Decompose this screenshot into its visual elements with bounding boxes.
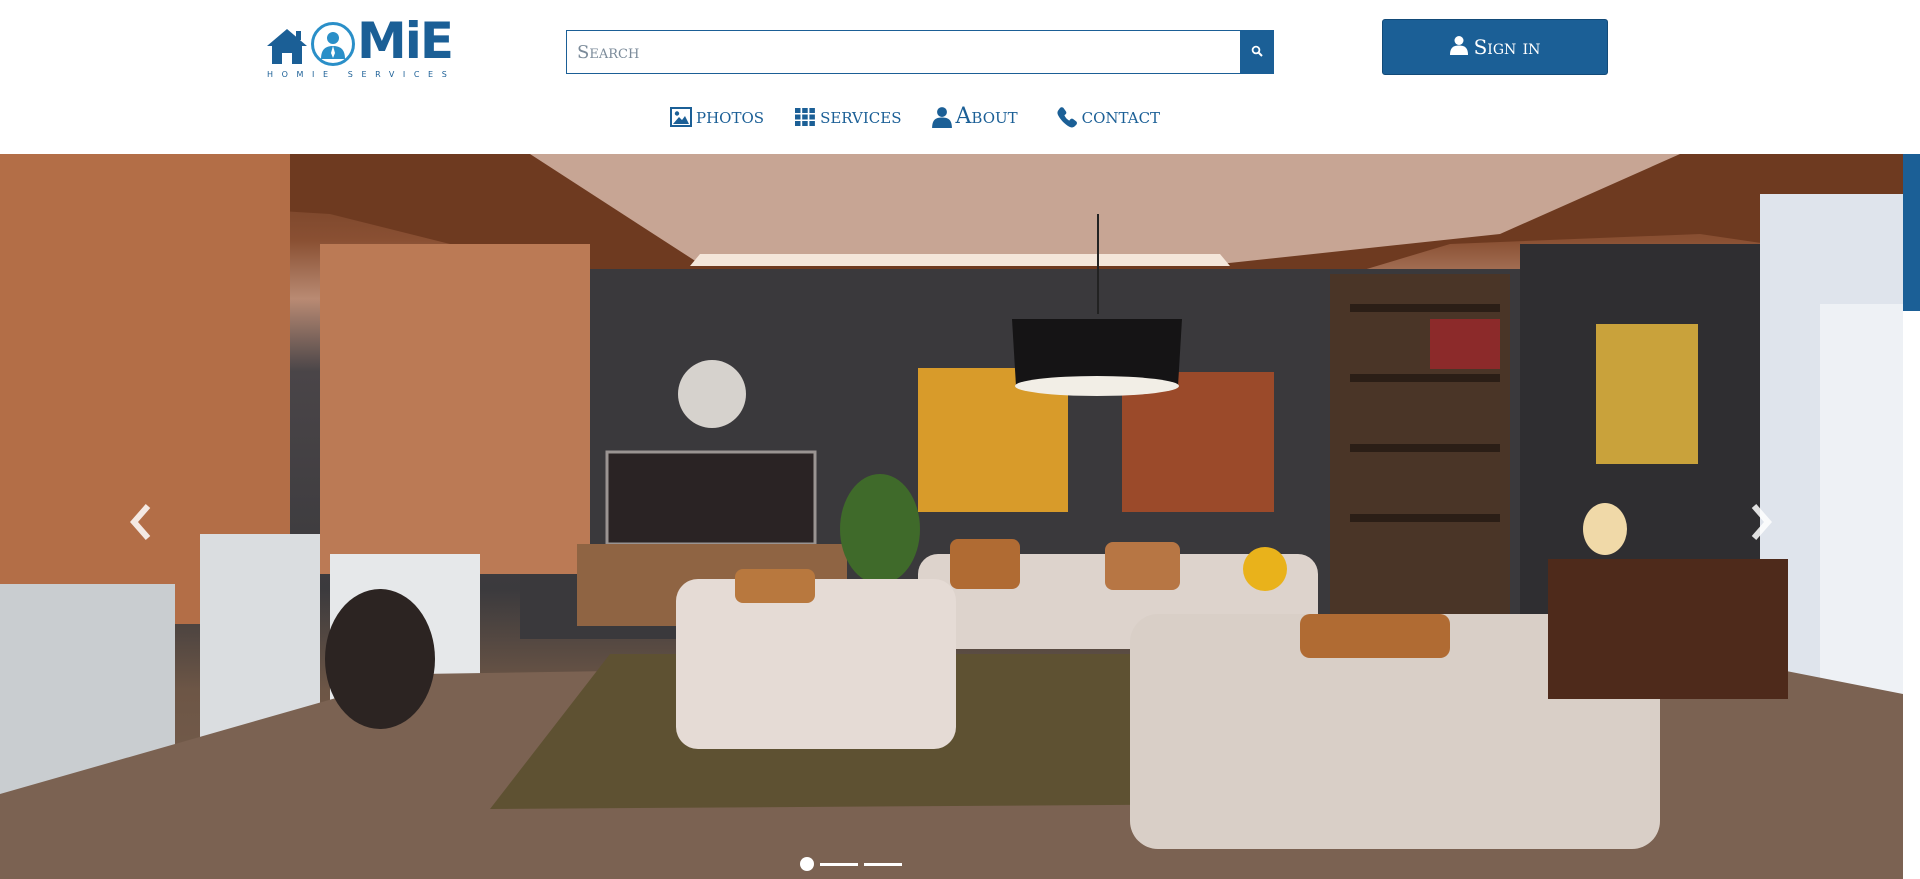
sign-in-button[interactable]: Sign in (1382, 19, 1608, 75)
phone-icon (1056, 106, 1078, 128)
nav-item-services[interactable]: services (794, 104, 902, 129)
nav-item-contact[interactable]: contact (1056, 104, 1160, 129)
nav-item-contact-label: contact (1081, 104, 1161, 129)
image-icon (670, 106, 692, 127)
search-bar (566, 30, 1274, 74)
nav-item-services-label: services (820, 104, 902, 129)
hero-carousel (0, 154, 1903, 879)
chevron-left-icon (126, 502, 154, 546)
search-button[interactable] (1240, 30, 1274, 74)
logo-subtitle: HOMIE SERVICES (267, 70, 456, 79)
user-icon (931, 106, 952, 128)
carousel-indicator-3[interactable] (864, 862, 902, 866)
carousel-indicator-2[interactable] (820, 862, 858, 866)
carousel-indicators (800, 857, 902, 871)
living-room-photo (0, 154, 1903, 879)
nav-item-about[interactable]: About (931, 104, 1018, 129)
user-icon (1449, 35, 1468, 60)
nav-item-photos-label: photos (696, 104, 765, 129)
carousel-indicator-1[interactable] (800, 857, 814, 871)
house-icon (265, 26, 309, 66)
scrollbar-thumb[interactable] (1903, 154, 1920, 311)
main-nav-items: photos services About contact (670, 104, 1190, 129)
search-input[interactable] (566, 30, 1240, 74)
scrollbar-track[interactable] (1903, 0, 1920, 879)
logo-mark: MiE (265, 12, 454, 70)
grid-icon (794, 107, 816, 127)
worker-icon (311, 22, 355, 66)
carousel-next-button[interactable] (1742, 499, 1782, 549)
chevron-right-icon (1748, 502, 1776, 546)
logo-wordmark: MiE (357, 12, 454, 70)
site-header: MiE HOMIE SERVICES Sign in (0, 0, 1903, 154)
nav-item-about-label: About (955, 104, 1018, 129)
carousel-prev-button[interactable] (120, 499, 160, 549)
sign-in-label: Sign in (1473, 35, 1541, 59)
nav-item-photos[interactable]: photos (670, 104, 764, 129)
search-icon (1251, 45, 1263, 60)
homie-logo[interactable]: MiE HOMIE SERVICES (265, 14, 455, 82)
